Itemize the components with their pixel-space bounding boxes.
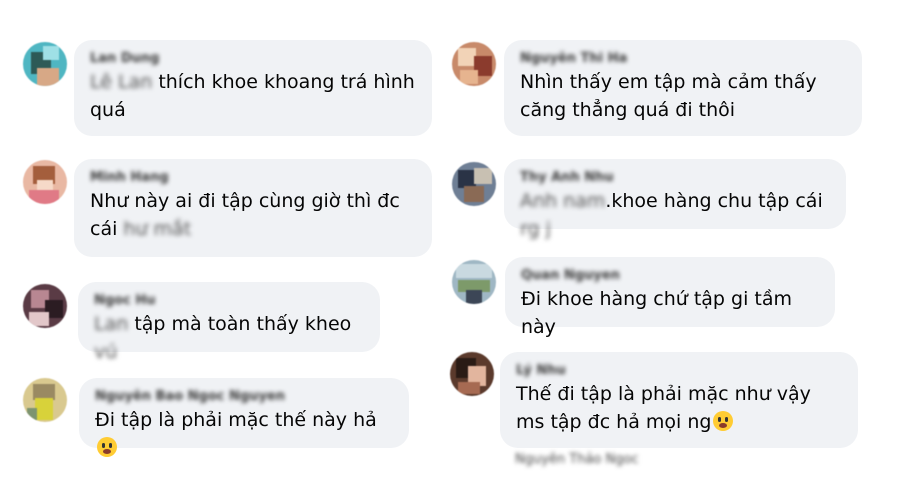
comment-text: Thế đi tập là phải mặc như vậy ms tập đc… [516, 383, 811, 433]
comment-text: Anh nam.khoe hàng chu tập cái rg j [520, 190, 823, 240]
worried-face-emoji-icon [713, 411, 734, 431]
comment-bubble: Lan Dung Lê Lan thích khoe khoang trá hì… [74, 40, 432, 136]
comment-bubble: Minh Hang Như này ai đi tập cùng giờ thì… [74, 159, 432, 257]
comment-tag[interactable]: Lan [94, 313, 128, 335]
comment-text: Nhìn thấy em tập mà cảm thấy căng thẳng … [520, 71, 817, 121]
comment-tag[interactable]: Lê Lan [90, 71, 152, 93]
comment-author[interactable]: Lý Nhu [516, 362, 844, 380]
comment-text: Lan tập mà toàn thấy kheo vú [94, 313, 352, 363]
comment-author[interactable]: Nguyễn Thi Ha [520, 50, 848, 68]
comment-bubble: Nguyễn Thi Ha Nhìn thấy em tập mà cảm th… [504, 40, 862, 136]
comment-text: Đi tập là phải mặc thế này hả [95, 406, 395, 462]
avatar[interactable] [23, 42, 67, 86]
comment-author[interactable]: Quan Nguyen [521, 267, 821, 285]
comment-author[interactable]: Nguyễn Bao Ngoc Nguyen [95, 388, 395, 406]
comment-bubble: Nguyễn Bao Ngoc Nguyen Đi tập là phải mặ… [79, 378, 409, 457]
comment-bubble: Thy Anh Nhu Anh nam.khoe hàng chu tập cá… [504, 159, 846, 240]
avatar[interactable] [23, 378, 67, 422]
avatar[interactable] [452, 162, 496, 206]
comment-tag[interactable]: Anh nam [520, 190, 605, 212]
avatar[interactable] [450, 352, 494, 396]
comment-author[interactable]: Thy Anh Nhu [520, 169, 832, 187]
shocked-face-emoji-icon [97, 437, 117, 457]
avatar[interactable] [452, 260, 496, 304]
comment-author[interactable]: Minh Hang [90, 169, 418, 187]
avatar[interactable] [23, 160, 67, 204]
comment-bubble: Ngoc Hu Lan tập mà toàn thấy kheo vú [78, 282, 380, 363]
comment-bubble: Lý Nhu Thế đi tập là phải mặc như vậy ms… [500, 352, 858, 448]
comment-text: Lê Lan thích khoe khoang trá hình quá [90, 71, 415, 121]
comment-author[interactable]: Lan Dung [90, 50, 418, 68]
avatar[interactable] [23, 284, 67, 328]
comment-bubble: Quan Nguyen Đi khoe hàng chứ tập gi tầm … [505, 257, 835, 338]
comment-text: Như này ai đi tập cùng giờ thì đc cái hư… [90, 190, 400, 240]
avatar[interactable] [452, 42, 496, 86]
comment-author[interactable]: Ngoc Hu [94, 292, 366, 310]
partial-comment-author[interactable]: Nguyễn Thảo Ngoc [515, 452, 639, 467]
comment-text: Đi khoe hàng chứ tập gi tầm này [521, 288, 793, 338]
